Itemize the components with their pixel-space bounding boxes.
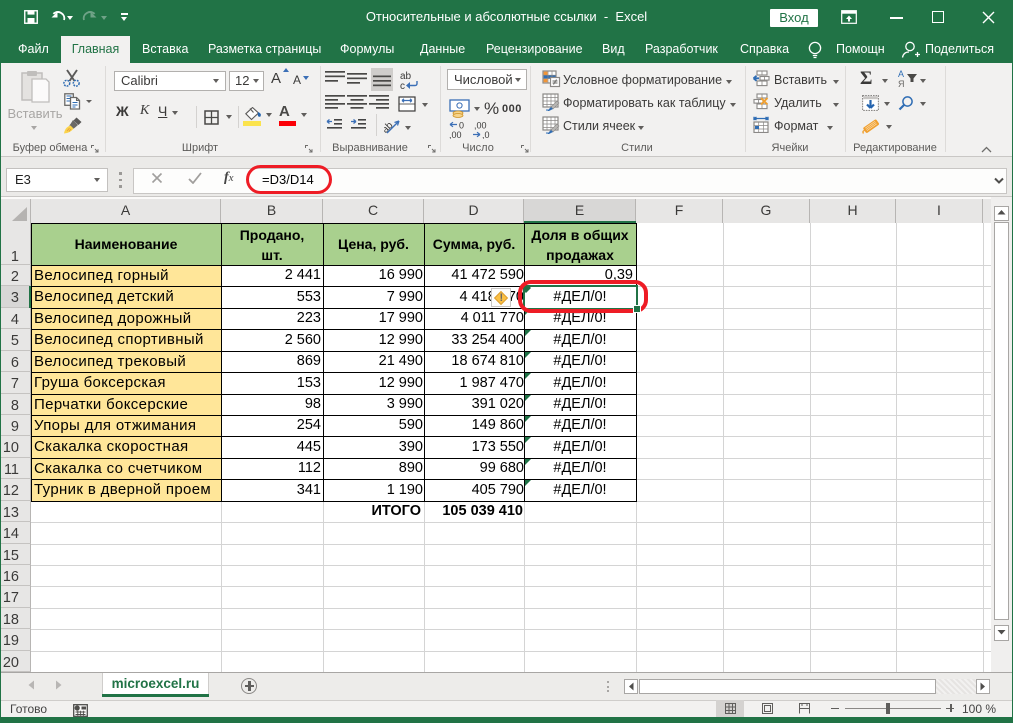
- svg-text:,00: ,00: [449, 130, 462, 139]
- svg-text:,0: ,0: [482, 130, 490, 139]
- svg-text:А: А: [898, 69, 904, 79]
- svg-text:,00: ,00: [474, 121, 487, 131]
- svg-text:Я: Я: [898, 79, 905, 88]
- svg-text:0: 0: [459, 121, 464, 131]
- svg-text:c: c: [400, 81, 405, 90]
- svg-text:ab: ab: [384, 120, 396, 136]
